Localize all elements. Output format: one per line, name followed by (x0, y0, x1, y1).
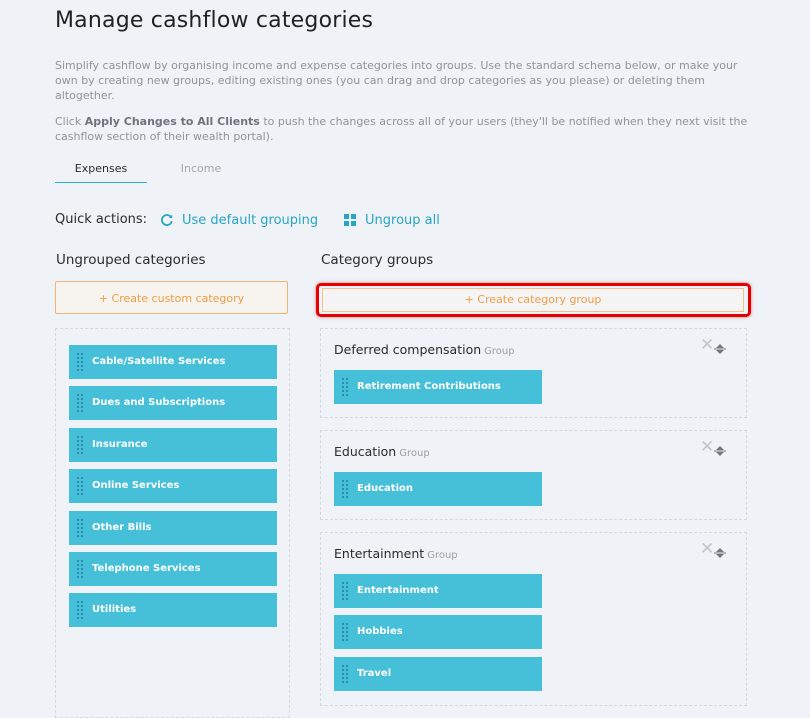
category-tile[interactable]: Utilities (69, 593, 277, 627)
group-suffix: Group (399, 448, 430, 459)
category-tile[interactable]: Hobbies (334, 615, 542, 649)
category-group[interactable]: Deferred compensation Group ✕ Retirement … (320, 328, 747, 418)
tab-income[interactable]: Income (155, 158, 247, 182)
intro-prefix: Click (55, 115, 85, 128)
category-groups-heading: Category groups (321, 252, 434, 268)
category-tile[interactable]: Telephone Services (69, 552, 277, 586)
ungrouped-drop-zone[interactable]: Cable/Satellite Services Dues and Subscr… (55, 328, 290, 718)
group-title: Deferred compensation Group (334, 342, 515, 357)
category-label: Education (357, 483, 413, 494)
category-group[interactable]: Entertainment Group ✕ Entertainment Hobbi… (320, 532, 747, 706)
category-label: Utilities (92, 604, 137, 615)
quick-actions: Quick actions: Use default grouping Ungr… (55, 211, 475, 231)
drag-handle-icon[interactable] (341, 377, 349, 397)
intro-paragraph-1: Simplify cashflow by organising income a… (55, 59, 738, 102)
category-tile[interactable]: Education (334, 472, 542, 506)
group-controls: ✕ (700, 540, 732, 561)
apply-changes-mention: Apply Changes to All Clients (84, 115, 260, 128)
category-group[interactable]: Education Group ✕ Education (320, 430, 747, 520)
ungroup-all-button[interactable]: Ungroup all (343, 211, 453, 231)
highlight-box (316, 283, 751, 317)
category-tile[interactable]: Travel (334, 657, 542, 691)
drag-handle-icon[interactable] (341, 622, 349, 642)
drag-handle-icon[interactable] (341, 479, 349, 499)
category-label: Travel (357, 668, 392, 679)
category-label: Cable/Satellite Services (92, 356, 226, 367)
category-label: Dues and Subscriptions (92, 397, 226, 408)
quick-actions-label: Quick actions: (55, 212, 148, 227)
ungroup-all-label: Ungroup all (365, 213, 440, 228)
sort-arrows-icon[interactable] (714, 547, 726, 559)
drag-handle-icon[interactable] (76, 600, 84, 620)
tab-expenses[interactable]: Expenses (55, 158, 147, 183)
drag-handle-icon[interactable] (76, 352, 84, 372)
category-tile[interactable]: Online Services (69, 469, 277, 503)
category-label: Entertainment (357, 585, 439, 596)
group-name[interactable]: Deferred compensation (334, 342, 481, 357)
delete-group-icon[interactable]: ✕ (700, 336, 714, 354)
group-title: Entertainment Group (334, 546, 458, 561)
group-name[interactable]: Entertainment (334, 546, 424, 561)
group-suffix: Group (427, 550, 458, 561)
category-label: Online Services (92, 480, 180, 491)
intro-text-apply: Click Apply Changes to All Clients to pu… (55, 114, 755, 144)
group-suffix: Group (484, 346, 515, 357)
sort-arrows-icon[interactable] (714, 343, 726, 355)
category-type-tabs: Expenses Income (55, 158, 255, 184)
use-default-grouping-label: Use default grouping (182, 213, 319, 228)
create-custom-category-button[interactable]: + Create custom category (55, 281, 288, 314)
grid-icon (344, 214, 356, 226)
drag-handle-icon[interactable] (76, 476, 84, 496)
drag-handle-icon[interactable] (341, 581, 349, 601)
category-tile[interactable]: Other Bills (69, 511, 277, 545)
group-controls: ✕ (700, 336, 732, 357)
category-label: Insurance (92, 439, 148, 450)
category-label: Retirement Contributions (357, 381, 501, 392)
use-default-grouping-button[interactable]: Use default grouping (160, 211, 330, 231)
group-name[interactable]: Education (334, 444, 396, 459)
delete-group-icon[interactable]: ✕ (700, 540, 714, 558)
intro-text: Simplify cashflow by organising income a… (55, 58, 755, 103)
sort-arrows-icon[interactable] (714, 445, 726, 457)
drag-handle-icon[interactable] (76, 518, 84, 538)
group-controls: ✕ (700, 438, 732, 459)
page-title: Manage cashflow categories (55, 8, 374, 33)
refresh-icon (161, 214, 173, 226)
category-tile[interactable]: Cable/Satellite Services (69, 345, 277, 379)
drag-handle-icon[interactable] (76, 393, 84, 413)
category-tile[interactable]: Dues and Subscriptions (69, 386, 277, 420)
category-label: Hobbies (357, 626, 403, 637)
intro-paragraph-2: Click Apply Changes to All Clients to pu… (55, 114, 755, 144)
group-title: Education Group (334, 444, 430, 459)
category-tile[interactable]: Entertainment (334, 574, 542, 608)
category-tile[interactable]: Insurance (69, 428, 277, 462)
drag-handle-icon[interactable] (76, 559, 84, 579)
category-label: Telephone Services (92, 563, 201, 574)
ungrouped-heading: Ungrouped categories (56, 252, 206, 268)
drag-handle-icon[interactable] (341, 664, 349, 684)
category-tile[interactable]: Retirement Contributions (334, 370, 542, 404)
delete-group-icon[interactable]: ✕ (700, 438, 714, 456)
category-label: Other Bills (92, 522, 152, 533)
drag-handle-icon[interactable] (76, 435, 84, 455)
